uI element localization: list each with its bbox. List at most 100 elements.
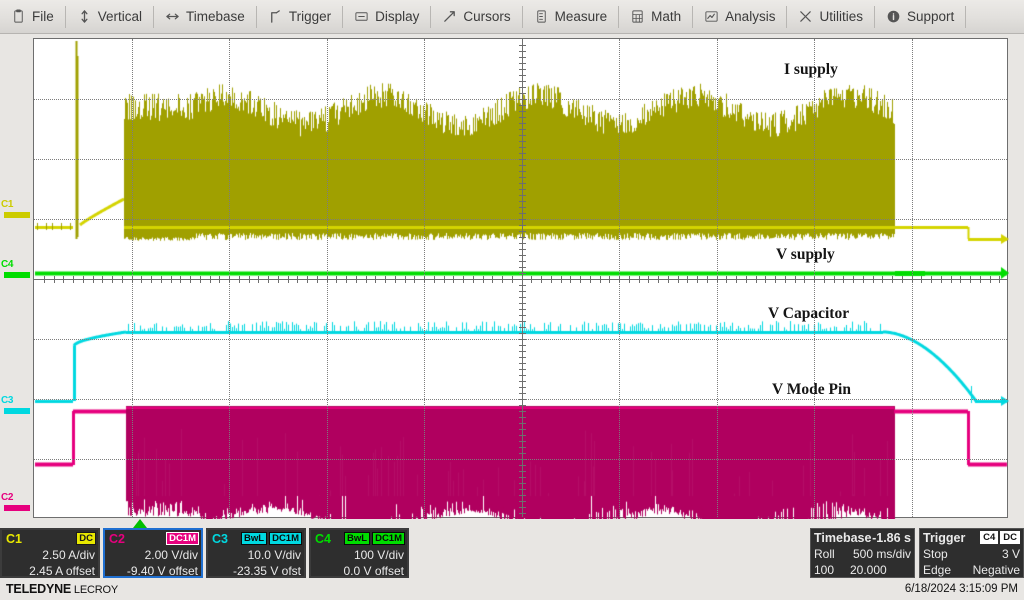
channel-marker-c4[interactable]: C4: [1, 260, 13, 270]
menu-item-cursors[interactable]: Cursors: [431, 0, 521, 34]
channel-head: C2DC1M: [105, 530, 201, 547]
axis-tick: [960, 276, 961, 283]
menu-item-file[interactable]: File: [0, 0, 65, 34]
axis-tick: [519, 219, 526, 220]
axis-tick: [519, 453, 526, 454]
axis-tick: [853, 276, 854, 283]
timebase-descriptor[interactable]: Timebase -1.86 s Roll 500 ms/div 100 kS …: [810, 528, 915, 578]
channel-descriptor-c2[interactable]: C2DC1M2.00 V/div-9.40 V offset: [103, 528, 203, 578]
menu-item-analysis[interactable]: Analysis: [693, 0, 786, 34]
channel-tag-dc[interactable]: DC: [76, 532, 96, 545]
channel-name: C1: [4, 533, 22, 545]
waveform-grid[interactable]: I supplyV supplyV CapacitorV Mode Pin: [33, 38, 1008, 518]
trigger-descriptor[interactable]: Trigger C4 DC Stop 3 V Edge Negative: [919, 528, 1024, 578]
axis-tick: [519, 321, 526, 322]
axis-tick: [151, 276, 152, 283]
channel-head: C1 DC: [2, 530, 98, 547]
axis-tick: [171, 276, 172, 283]
axis-tick: [882, 276, 883, 283]
channel-scale[interactable]: 100 V/div: [311, 547, 407, 563]
axis-tick: [519, 105, 526, 106]
trigger-state-row: Stop 3 V: [920, 546, 1023, 562]
channel-offset[interactable]: -23.35 V ofst: [208, 563, 304, 579]
channel-tag-bwl[interactable]: BwL: [241, 532, 267, 545]
axis-tick: [249, 276, 250, 283]
trigger-type-row: Edge Negative: [920, 562, 1023, 578]
channel-level-handle-c2[interactable]: [4, 505, 30, 511]
channel-marker-c2[interactable]: C2: [1, 493, 13, 503]
menu-item-trigger[interactable]: Trigger: [257, 0, 342, 34]
axis-tick: [541, 276, 542, 283]
channel-offset[interactable]: 0.0 V offset: [311, 563, 407, 579]
axis-tick: [951, 276, 952, 283]
channel-descriptor-c1[interactable]: C1 DC 2.50 A/div2.45 A offset: [0, 528, 100, 578]
axis-tick: [473, 276, 474, 283]
channel-name: C3: [210, 533, 228, 545]
channel-offset[interactable]: 2.45 A offset: [2, 563, 98, 579]
channel-level-handle-c1[interactable]: [4, 212, 30, 218]
channel-tag-bwl[interactable]: BwL: [344, 532, 370, 545]
menu-item-display[interactable]: Display: [343, 0, 430, 34]
axis-tick: [519, 243, 526, 244]
axis-tick: [424, 276, 425, 283]
axis-tick: [648, 276, 649, 283]
axis-tick: [414, 276, 415, 283]
axis-tick: [619, 276, 620, 283]
axis-tick: [239, 276, 240, 283]
menu-item-support[interactable]: Support: [875, 0, 965, 34]
channel-scale[interactable]: 2.50 A/div: [2, 547, 98, 563]
channel-marker-c3[interactable]: C3: [1, 396, 13, 406]
trigger-title: Trigger: [923, 531, 965, 545]
axis-tick: [519, 339, 526, 340]
axis-tick: [519, 501, 526, 502]
axis-tick: [519, 405, 526, 406]
menu-item-timebase[interactable]: Timebase: [154, 0, 256, 34]
channel-scale[interactable]: 10.0 V/div: [208, 547, 304, 563]
menu-item-utilities[interactable]: Utilities: [787, 0, 874, 34]
channel-marker-c1[interactable]: C1: [1, 200, 13, 210]
timebase-title: Timebase: [814, 531, 871, 545]
channel-level-handle-c4[interactable]: [4, 272, 30, 278]
axis-tick: [519, 153, 526, 154]
channel-level-handle-c3[interactable]: [4, 408, 30, 414]
axis-tick: [385, 276, 386, 283]
annotation-i-supply: I supply: [784, 61, 838, 79]
ruler-icon: [534, 9, 549, 24]
axis-tick: [629, 276, 630, 283]
axis-tick: [483, 276, 484, 283]
axis-tick: [93, 276, 94, 283]
channel-scale[interactable]: 2.00 V/div: [105, 547, 201, 563]
axis-tick: [519, 63, 526, 64]
channel-tags: BwLDC1M: [241, 532, 302, 545]
channel-descriptor-c4[interactable]: C4BwLDC1M100 V/div0.0 V offset: [309, 528, 409, 578]
axis-tick: [941, 276, 942, 283]
menu-item-measure[interactable]: Measure: [523, 0, 619, 34]
menu-item-math[interactable]: Math: [619, 0, 692, 34]
axis-tick: [519, 213, 526, 214]
axis-tick: [519, 471, 526, 472]
channel-tags: DC1M: [166, 532, 199, 545]
axis-tick: [453, 276, 454, 283]
clipboard-icon: [11, 9, 26, 24]
axis-tick: [463, 276, 464, 283]
channel-descriptor-c3[interactable]: C3 BwLDC1M 10.0 V/div-23.35 V ofst: [206, 528, 306, 578]
channel-offset[interactable]: -9.40 V offset: [105, 563, 201, 579]
axis-tick: [902, 276, 903, 283]
axis-tick: [970, 276, 971, 283]
axis-tick: [190, 276, 191, 283]
axis-tick: [519, 123, 526, 124]
menu-item-vertical[interactable]: Vertical: [66, 0, 153, 34]
axis-tick: [590, 276, 591, 283]
axis-tick: [746, 276, 747, 283]
channel-tag-dc1m[interactable]: DC1M: [269, 532, 302, 545]
axis-tick: [519, 159, 526, 160]
axis-tick: [561, 276, 562, 283]
channel-tag-dc1m[interactable]: DC1M: [372, 532, 405, 545]
waveform-icon: [704, 9, 719, 24]
channel-tag-dc1m[interactable]: DC1M: [166, 532, 199, 545]
axis-tick: [229, 276, 230, 283]
timebase-memory: 100 kS: [814, 562, 850, 578]
trigger-position-marker[interactable]: [133, 519, 147, 528]
axis-tick: [278, 276, 279, 283]
channel-head: C4BwLDC1M: [311, 530, 407, 547]
